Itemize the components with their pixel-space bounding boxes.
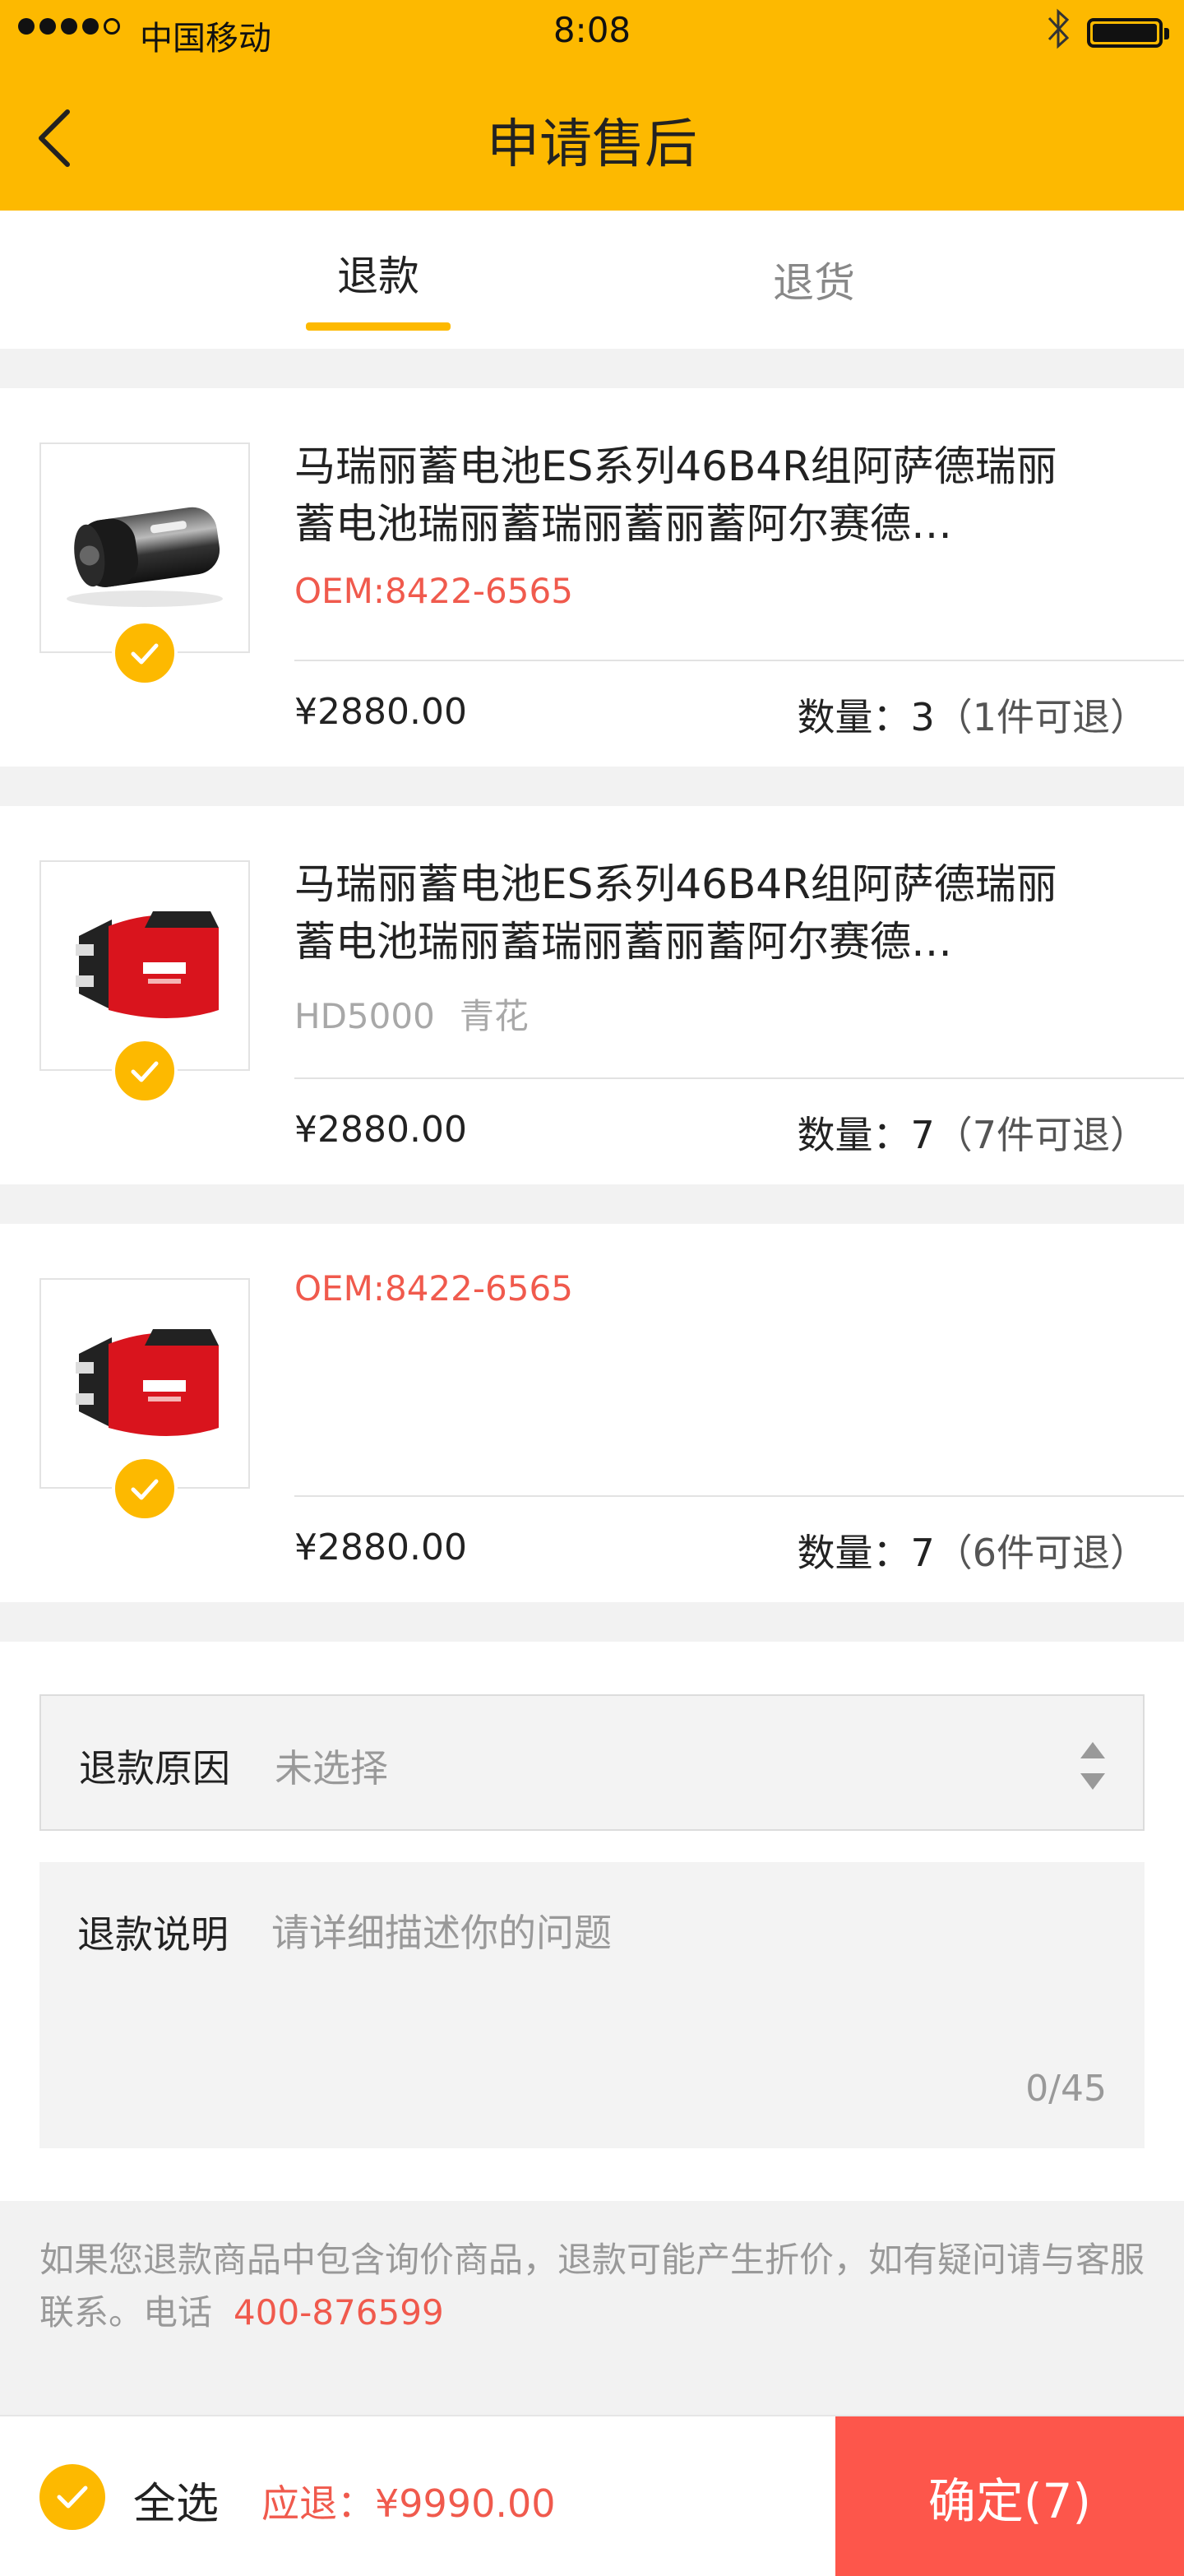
red-battery-charger-product-icon (76, 911, 219, 1018)
tab-return-goods[interactable]: 退货 (740, 250, 888, 309)
nav-bar: 申请售后 (0, 66, 1184, 211)
refund-description-input[interactable] (271, 1903, 1094, 2068)
product-select-checkbox[interactable] (112, 1456, 178, 1522)
divider (294, 660, 1184, 661)
checkmark-icon (57, 2486, 88, 2509)
product-title[interactable]: 马瑞丽蓄电池ES系列46B4R组阿萨德瑞丽 蓄电池瑞丽蓄瑞丽蓄丽蓄阿尔赛德… (294, 855, 1149, 971)
refund-description-box: 退款说明 0/45 (39, 1862, 1145, 2148)
tab-bar: 退款 退货 (0, 211, 1184, 349)
status-bar: 中国移动 8:08 (0, 0, 1184, 66)
divider (294, 1077, 1184, 1079)
product-quantity: 数量：7（7件可退） (797, 1113, 1148, 1157)
product-title[interactable]: 马瑞丽蓄电池ES系列46B4R组阿萨德瑞丽 蓄电池瑞丽蓄瑞丽蓄丽蓄阿尔赛德… (294, 438, 1149, 553)
service-phone-link[interactable]: 400-876599 (234, 2292, 444, 2333)
refund-reason-select[interactable]: 退款原因 未选择 (39, 1694, 1145, 1831)
active-tab-indicator (306, 322, 451, 331)
tab-refund[interactable]: 退款 (306, 243, 451, 303)
select-arrows-icon (1080, 1742, 1105, 1790)
product-spec: HD5000 青花 (294, 996, 529, 1036)
bottom-action-bar: 全选 应退：¥9990.00 确定(7) (0, 2415, 1184, 2576)
refund-notice: 如果您退款商品中包含询价商品，退款可能产生折价，如有疑问请与客服联系。电话 400… (39, 2240, 1145, 2333)
product-price: ¥2880.00 (294, 691, 467, 733)
product-price: ¥2880.00 (294, 1109, 467, 1151)
product-quantity: 数量：7（6件可退） (797, 1531, 1148, 1575)
product-select-checkbox[interactable] (112, 1038, 178, 1104)
red-battery-charger-product-icon (76, 1329, 219, 1436)
bluetooth-icon (1048, 8, 1070, 49)
product-spec: OEM:8422-6565 (294, 1268, 573, 1309)
refund-form: 退款原因 未选择 退款说明 0/45 (0, 1642, 1184, 2201)
select-all-label[interactable]: 全选 (133, 2469, 219, 2531)
black-cylinder-product-icon (67, 507, 223, 607)
product-price: ¥2880.00 (294, 1527, 467, 1568)
product-card: 马瑞丽蓄电池ES系列46B4R组阿萨德瑞丽 蓄电池瑞丽蓄瑞丽蓄丽蓄阿尔赛德… H… (0, 806, 1184, 1184)
page-title: 申请售后 (487, 114, 697, 175)
confirm-button[interactable]: 确定(7) (835, 2416, 1184, 2576)
checkmark-icon (131, 643, 159, 665)
refund-description-label: 退款说明 (77, 1912, 229, 1957)
product-select-checkbox[interactable] (112, 620, 178, 686)
product-quantity: 数量：3（1件可退） (797, 695, 1148, 739)
char-counter: 0/45 (1025, 2068, 1107, 2110)
checkmark-icon (131, 1061, 159, 1082)
product-card: OEM:8422-6565 ¥2880.00 数量：7（6件可退） (0, 1224, 1184, 1602)
checkmark-icon (131, 1479, 159, 1500)
refund-reason-value: 未选择 (275, 1746, 388, 1791)
product-card: 马瑞丽蓄电池ES系列46B4R组阿萨德瑞丽 蓄电池瑞丽蓄瑞丽蓄丽蓄阿尔赛德… O… (0, 388, 1184, 767)
divider (294, 1495, 1184, 1497)
top-bar: 中国移动 8:08 申请售后 (0, 0, 1184, 211)
battery-icon (1087, 18, 1169, 48)
select-all-checkbox[interactable] (39, 2464, 105, 2530)
refund-total: 应退：¥9990.00 (261, 2481, 556, 2526)
refund-reason-label: 退款原因 (79, 1746, 230, 1791)
product-spec: OEM:8422-6565 (294, 571, 573, 611)
status-time: 8:08 (553, 10, 631, 50)
